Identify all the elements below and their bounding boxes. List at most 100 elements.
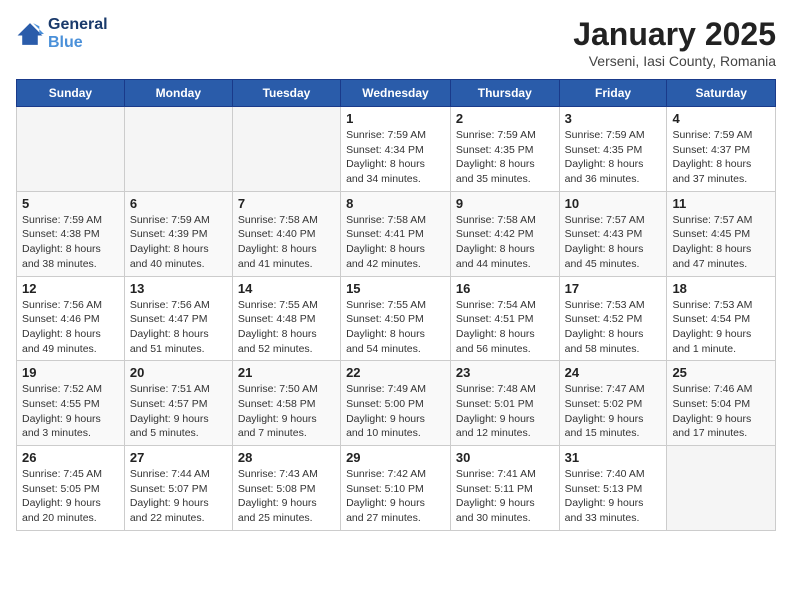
day-info: Sunrise: 7:55 AMSunset: 4:50 PMDaylight:… bbox=[346, 298, 445, 357]
day-info: Sunrise: 7:51 AMSunset: 4:57 PMDaylight:… bbox=[130, 382, 227, 441]
col-header-sunday: Sunday bbox=[17, 80, 125, 107]
calendar-cell: 15 Sunrise: 7:55 AMSunset: 4:50 PMDayligh… bbox=[341, 276, 451, 361]
day-info: Sunrise: 7:55 AMSunset: 4:48 PMDaylight:… bbox=[238, 298, 335, 357]
calendar-cell: 25 Sunrise: 7:46 AMSunset: 5:04 PMDayligh… bbox=[667, 361, 776, 446]
day-number: 15 bbox=[346, 281, 445, 296]
calendar-week-3: 12Sunrise: 7:56 AMSunset: 4:46 PMDayligh… bbox=[17, 276, 776, 361]
day-number: 31 bbox=[565, 450, 662, 465]
day-info: Sunrise: 7:57 AMSunset: 4:45 PMDaylight:… bbox=[672, 213, 770, 272]
day-number: 3 bbox=[565, 111, 662, 126]
day-number: 1 bbox=[346, 111, 445, 126]
logo-icon bbox=[16, 20, 44, 48]
day-info: Sunrise: 7:48 AMSunset: 5:01 PMDaylight:… bbox=[456, 382, 554, 441]
logo-text: General Blue bbox=[48, 16, 108, 52]
calendar-cell: 11 Sunrise: 7:57 AMSunset: 4:45 PMDayligh… bbox=[667, 191, 776, 276]
day-number: 12 bbox=[22, 281, 119, 296]
day-info: Sunrise: 7:58 AMSunset: 4:42 PMDaylight:… bbox=[456, 213, 554, 272]
day-info: Sunrise: 7:59 AMSunset: 4:35 PMDaylight:… bbox=[565, 128, 662, 187]
day-number: 29 bbox=[346, 450, 445, 465]
day-number: 19 bbox=[22, 365, 119, 380]
calendar-cell: 23 Sunrise: 7:48 AMSunset: 5:01 PMDayligh… bbox=[450, 361, 559, 446]
day-info: Sunrise: 7:59 AMSunset: 4:37 PMDaylight:… bbox=[672, 128, 770, 187]
day-number: 25 bbox=[672, 365, 770, 380]
calendar-cell: 29 Sunrise: 7:42 AMSunset: 5:10 PMDayligh… bbox=[341, 446, 451, 531]
day-number: 6 bbox=[130, 196, 227, 211]
calendar-cell: 6 Sunrise: 7:59 AMSunset: 4:39 PMDaylight… bbox=[124, 191, 232, 276]
day-number: 4 bbox=[672, 111, 770, 126]
col-header-saturday: Saturday bbox=[667, 80, 776, 107]
col-header-wednesday: Wednesday bbox=[341, 80, 451, 107]
col-header-thursday: Thursday bbox=[450, 80, 559, 107]
day-info: Sunrise: 7:59 AMSunset: 4:38 PMDaylight:… bbox=[22, 213, 119, 272]
day-info: Sunrise: 7:43 AMSunset: 5:08 PMDaylight:… bbox=[238, 467, 335, 526]
calendar-cell: 18Sunrise: 7:53 AMSunset: 4:54 PMDayligh… bbox=[667, 276, 776, 361]
day-number: 26 bbox=[22, 450, 119, 465]
calendar-cell: 14 Sunrise: 7:55 AMSunset: 4:48 PMDayligh… bbox=[232, 276, 340, 361]
day-info: Sunrise: 7:50 AMSunset: 4:58 PMDaylight:… bbox=[238, 382, 335, 441]
day-info: Sunrise: 7:42 AMSunset: 5:10 PMDaylight:… bbox=[346, 467, 445, 526]
calendar-cell: 30 Sunrise: 7:41 AMSunset: 5:11 PMDayligh… bbox=[450, 446, 559, 531]
day-info: Sunrise: 7:49 AMSunset: 5:00 PMDaylight:… bbox=[346, 382, 445, 441]
day-number: 16 bbox=[456, 281, 554, 296]
day-number: 5 bbox=[22, 196, 119, 211]
calendar-cell: 5 Sunrise: 7:59 AMSunset: 4:38 PMDaylight… bbox=[17, 191, 125, 276]
calendar-week-1: 1 Sunrise: 7:59 AMSunset: 4:34 PMDaylight… bbox=[17, 107, 776, 192]
calendar-cell bbox=[124, 107, 232, 192]
day-info: Sunrise: 7:53 AMSunset: 4:54 PMDaylight:… bbox=[672, 298, 770, 357]
day-info: Sunrise: 7:59 AMSunset: 4:39 PMDaylight:… bbox=[130, 213, 227, 272]
day-info: Sunrise: 7:53 AMSunset: 4:52 PMDaylight:… bbox=[565, 298, 662, 357]
day-info: Sunrise: 7:54 AMSunset: 4:51 PMDaylight:… bbox=[456, 298, 554, 357]
calendar-table: SundayMondayTuesdayWednesdayThursdayFrid… bbox=[16, 79, 776, 531]
calendar-cell: 4 Sunrise: 7:59 AMSunset: 4:37 PMDaylight… bbox=[667, 107, 776, 192]
day-number: 21 bbox=[238, 365, 335, 380]
day-number: 27 bbox=[130, 450, 227, 465]
calendar-cell: 10 Sunrise: 7:57 AMSunset: 4:43 PMDayligh… bbox=[559, 191, 667, 276]
calendar-cell: 7 Sunrise: 7:58 AMSunset: 4:40 PMDaylight… bbox=[232, 191, 340, 276]
calendar-cell: 3 Sunrise: 7:59 AMSunset: 4:35 PMDaylight… bbox=[559, 107, 667, 192]
logo: General Blue bbox=[16, 16, 108, 52]
day-number: 10 bbox=[565, 196, 662, 211]
day-number: 24 bbox=[565, 365, 662, 380]
day-info: Sunrise: 7:41 AMSunset: 5:11 PMDaylight:… bbox=[456, 467, 554, 526]
title-block: January 2025 Verseni, Iasi County, Roman… bbox=[573, 16, 776, 69]
day-number: 17 bbox=[565, 281, 662, 296]
calendar-cell: 9Sunrise: 7:58 AMSunset: 4:42 PMDaylight… bbox=[450, 191, 559, 276]
day-number: 13 bbox=[130, 281, 227, 296]
calendar-cell: 1 Sunrise: 7:59 AMSunset: 4:34 PMDaylight… bbox=[341, 107, 451, 192]
day-number: 14 bbox=[238, 281, 335, 296]
calendar-cell bbox=[232, 107, 340, 192]
col-header-tuesday: Tuesday bbox=[232, 80, 340, 107]
day-info: Sunrise: 7:46 AMSunset: 5:04 PMDaylight:… bbox=[672, 382, 770, 441]
day-info: Sunrise: 7:56 AMSunset: 4:47 PMDaylight:… bbox=[130, 298, 227, 357]
day-number: 11 bbox=[672, 196, 770, 211]
calendar-cell: 8 Sunrise: 7:58 AMSunset: 4:41 PMDaylight… bbox=[341, 191, 451, 276]
calendar-week-2: 5 Sunrise: 7:59 AMSunset: 4:38 PMDaylight… bbox=[17, 191, 776, 276]
day-info: Sunrise: 7:40 AMSunset: 5:13 PMDaylight:… bbox=[565, 467, 662, 526]
calendar-cell: 17 Sunrise: 7:53 AMSunset: 4:52 PMDayligh… bbox=[559, 276, 667, 361]
day-info: Sunrise: 7:58 AMSunset: 4:41 PMDaylight:… bbox=[346, 213, 445, 272]
calendar-cell: 28Sunrise: 7:43 AMSunset: 5:08 PMDayligh… bbox=[232, 446, 340, 531]
day-number: 2 bbox=[456, 111, 554, 126]
calendar-cell: 31 Sunrise: 7:40 AMSunset: 5:13 PMDayligh… bbox=[559, 446, 667, 531]
day-info: Sunrise: 7:44 AMSunset: 5:07 PMDaylight:… bbox=[130, 467, 227, 526]
day-number: 23 bbox=[456, 365, 554, 380]
month-title: January 2025 bbox=[573, 16, 776, 53]
calendar-cell: 21 Sunrise: 7:50 AMSunset: 4:58 PMDayligh… bbox=[232, 361, 340, 446]
day-info: Sunrise: 7:58 AMSunset: 4:40 PMDaylight:… bbox=[238, 213, 335, 272]
day-info: Sunrise: 7:57 AMSunset: 4:43 PMDaylight:… bbox=[565, 213, 662, 272]
calendar-cell: 26Sunrise: 7:45 AMSunset: 5:05 PMDayligh… bbox=[17, 446, 125, 531]
day-number: 8 bbox=[346, 196, 445, 211]
calendar-cell: 16 Sunrise: 7:54 AMSunset: 4:51 PMDayligh… bbox=[450, 276, 559, 361]
day-number: 30 bbox=[456, 450, 554, 465]
calendar-week-4: 19 Sunrise: 7:52 AMSunset: 4:55 PMDayligh… bbox=[17, 361, 776, 446]
day-info: Sunrise: 7:52 AMSunset: 4:55 PMDaylight:… bbox=[22, 382, 119, 441]
calendar-header-row: SundayMondayTuesdayWednesdayThursdayFrid… bbox=[17, 80, 776, 107]
day-number: 20 bbox=[130, 365, 227, 380]
calendar-cell bbox=[667, 446, 776, 531]
col-header-monday: Monday bbox=[124, 80, 232, 107]
calendar-week-5: 26Sunrise: 7:45 AMSunset: 5:05 PMDayligh… bbox=[17, 446, 776, 531]
calendar-cell: 24Sunrise: 7:47 AMSunset: 5:02 PMDayligh… bbox=[559, 361, 667, 446]
day-number: 7 bbox=[238, 196, 335, 211]
col-header-friday: Friday bbox=[559, 80, 667, 107]
day-info: Sunrise: 7:59 AMSunset: 4:34 PMDaylight:… bbox=[346, 128, 445, 187]
